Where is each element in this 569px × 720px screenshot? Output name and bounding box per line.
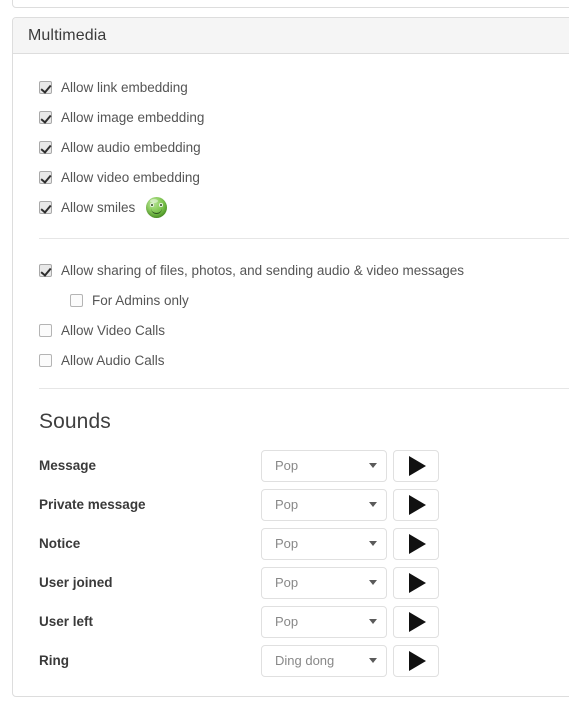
checkbox-row[interactable]: Allow link embedding: [28, 72, 569, 102]
chevron-down-icon: [369, 619, 377, 624]
sound-setting-row: Ring Ding dong: [28, 641, 569, 680]
checkbox-row[interactable]: Allow smiles: [28, 192, 569, 222]
checkbox-checked-icon[interactable]: [39, 170, 52, 184]
sounds-list: Message Pop Private message Pop Notice Pop Use…: [28, 446, 569, 680]
checkbox-checked-icon[interactable]: [39, 200, 52, 214]
checkbox-row[interactable]: Allow Audio Calls: [28, 345, 569, 375]
multimedia-panel: Multimedia Allow link embedding Allow ima…: [12, 17, 569, 697]
chevron-down-icon: [369, 580, 377, 585]
play-icon: [409, 650, 426, 671]
multimedia-panel-header: Multimedia: [13, 18, 569, 54]
checkbox-unchecked-icon[interactable]: [39, 323, 52, 337]
sound-label: User left: [39, 614, 94, 629]
checkbox-label: Allow Audio Calls: [61, 352, 165, 368]
play-icon: [409, 611, 426, 632]
checkbox-label: Allow image embedding: [61, 109, 205, 125]
sound-setting-row: User joined Pop: [28, 563, 569, 602]
divider-2: [39, 388, 569, 389]
play-sound-button[interactable]: [393, 449, 439, 482]
sound-select[interactable]: Pop: [261, 566, 387, 599]
chevron-down-icon: [369, 463, 377, 468]
chevron-down-icon: [369, 658, 377, 663]
sound-select-value: Pop: [275, 536, 299, 551]
checkbox-row[interactable]: Allow sharing of files, photos, and send…: [28, 255, 569, 285]
chevron-down-icon: [369, 541, 377, 546]
checkbox-checked-icon[interactable]: [39, 110, 52, 124]
sound-select-value: Pop: [275, 458, 299, 473]
sound-select[interactable]: Pop: [261, 449, 387, 482]
checkbox-label: Allow link embedding: [61, 79, 188, 95]
checkbox-checked-icon[interactable]: [39, 140, 52, 154]
chevron-down-icon: [369, 502, 377, 507]
play-icon: [409, 455, 426, 476]
sound-setting-row: Message Pop: [28, 446, 569, 485]
sharing-options-group: Allow sharing of files, photos, and send…: [28, 255, 569, 375]
play-icon: [409, 494, 426, 515]
multimedia-panel-body: Allow link embedding Allow image embeddin…: [13, 54, 569, 690]
sound-setting-row: Notice Pop: [28, 524, 569, 563]
green-smiley-icon: [146, 196, 168, 218]
play-sound-button[interactable]: [393, 566, 439, 599]
sound-select[interactable]: Pop: [261, 527, 387, 560]
checkbox-row[interactable]: Allow image embedding: [28, 102, 569, 132]
sounds-heading: Sounds: [39, 410, 111, 433]
sound-select[interactable]: Pop: [261, 488, 387, 521]
sound-label: Ring: [39, 653, 69, 668]
sound-select[interactable]: Ding dong: [261, 644, 387, 677]
checkbox-label: Allow smiles: [61, 199, 136, 215]
sound-select-value: Pop: [275, 614, 299, 629]
sound-select-value: Pop: [275, 575, 299, 590]
checkbox-checked-icon[interactable]: [39, 263, 52, 277]
checkbox-label: Allow audio embedding: [61, 139, 201, 155]
page-title: Multimedia: [28, 26, 107, 44]
sound-setting-row: Private message Pop: [28, 485, 569, 524]
sound-select-value: Ding dong: [275, 653, 335, 668]
sound-label: Notice: [39, 536, 81, 551]
checkbox-checked-icon[interactable]: [39, 80, 52, 94]
sound-setting-row: User left Pop: [28, 602, 569, 641]
checkbox-label: Allow Video Calls: [61, 322, 166, 338]
play-sound-button[interactable]: [393, 605, 439, 638]
checkbox-label: Allow sharing of files, photos, and send…: [61, 262, 464, 278]
play-sound-button[interactable]: [393, 488, 439, 521]
sound-select-value: Pop: [275, 497, 299, 512]
sound-label: Private message: [39, 497, 146, 512]
play-icon: [409, 572, 426, 593]
checkbox-row[interactable]: Allow video embedding: [28, 162, 569, 192]
checkbox-label: For Admins only: [92, 292, 189, 308]
sound-select[interactable]: Pop: [261, 605, 387, 638]
checkbox-unchecked-icon[interactable]: [70, 293, 83, 307]
multimedia-options-group: Allow link embedding Allow image embeddin…: [28, 72, 569, 222]
sound-label: Message: [39, 458, 97, 473]
play-icon: [409, 533, 426, 554]
play-sound-button[interactable]: [393, 644, 439, 677]
previous-panel-edge: [12, 0, 569, 8]
checkbox-row[interactable]: Allow audio embedding: [28, 132, 569, 162]
sound-label: User joined: [39, 575, 113, 590]
checkbox-unchecked-icon[interactable]: [39, 353, 52, 367]
play-sound-button[interactable]: [393, 527, 439, 560]
checkbox-row[interactable]: For Admins only: [28, 285, 569, 315]
checkbox-row[interactable]: Allow Video Calls: [28, 315, 569, 345]
checkbox-label: Allow video embedding: [61, 169, 200, 185]
